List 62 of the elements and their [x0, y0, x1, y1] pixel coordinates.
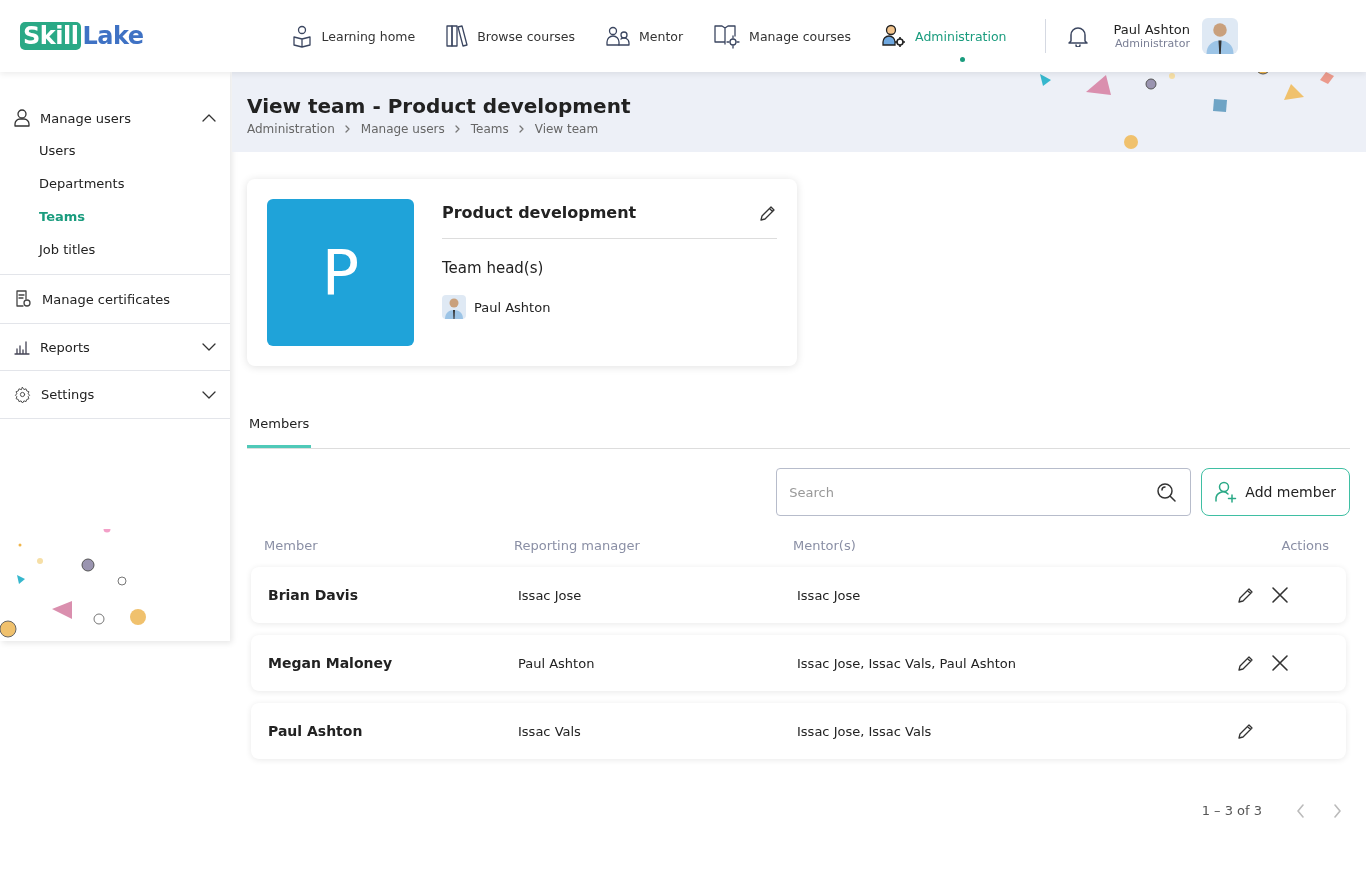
column-header: Actions	[1280, 538, 1330, 553]
admin-user-icon	[881, 24, 908, 48]
add-member-button[interactable]: Add member	[1201, 468, 1350, 516]
close-icon[interactable]	[1271, 654, 1289, 672]
team-avatar: P	[267, 199, 414, 346]
table-cell-text: Issac Jose	[797, 587, 862, 603]
user-icon	[14, 109, 30, 127]
table-cell-text: Issac Jose	[518, 587, 583, 603]
chevron-down-icon	[202, 343, 216, 351]
books-icon	[445, 24, 470, 48]
page-title: View team - Product development	[247, 94, 631, 118]
edit-icon[interactable]	[1237, 722, 1255, 740]
sidebar-item[interactable]: Job titles	[0, 233, 230, 266]
add-user-icon	[1215, 481, 1238, 503]
sidebar-section[interactable]: Reports	[0, 332, 230, 362]
section-label: Team head(s)	[442, 259, 545, 277]
bar-chart-icon	[14, 339, 30, 355]
user-role: Administrator	[1114, 37, 1190, 50]
search-field[interactable]: Search	[776, 468, 1192, 516]
sidebar-section[interactable]: Manage users	[0, 102, 230, 134]
search-icon	[1156, 482, 1177, 502]
person-avatar	[442, 295, 466, 319]
breadcrumb-link[interactable]: Manage users	[360, 122, 445, 136]
team-name: Product development	[442, 203, 637, 222]
nav-link[interactable]: Browse courses	[433, 24, 587, 48]
notification-bell-icon[interactable]	[1067, 25, 1088, 47]
member-name: Megan Maloney	[268, 655, 394, 671]
column-header: Member	[264, 538, 319, 553]
breadcrumb-link[interactable]: Administration	[247, 122, 335, 136]
nav-link[interactable]: Mentor	[593, 25, 696, 47]
column-header: Reporting manager	[514, 538, 641, 553]
sidebar-section[interactable]: Settings	[0, 379, 230, 410]
active-dot	[959, 57, 965, 62]
team-head-name: Paul Ashton	[474, 299, 551, 315]
nav-link[interactable]: Learning home	[277, 24, 428, 48]
edit-icon[interactable]	[1237, 586, 1255, 604]
member-name: Paul Ashton	[268, 723, 364, 739]
column-header: Mentor(s)	[793, 538, 857, 553]
nav-link[interactable]: Manage courses	[701, 23, 864, 49]
table-cell-text: Issac Jose, Issac Vals, Paul Ashton	[797, 655, 1017, 671]
settings-icon	[14, 386, 31, 403]
tab[interactable]: Members	[247, 406, 312, 448]
edit-icon[interactable]	[1237, 654, 1255, 672]
sidebar-section[interactable]: Manage certificates	[0, 283, 230, 315]
breadcrumb-link[interactable]: Teams	[470, 122, 509, 136]
certificate-icon	[14, 290, 32, 308]
sidebar-item[interactable]: Users	[0, 134, 230, 167]
table-cell-text: Paul Ashton	[518, 655, 596, 671]
pagination-range: 1 – 3 of 3	[1201, 803, 1262, 818]
chevron-down-icon	[202, 390, 216, 399]
nav-link[interactable]: Administration	[869, 24, 1019, 48]
user-avatar	[1201, 18, 1238, 54]
chevron-up-icon	[202, 114, 216, 122]
close-icon[interactable]	[1271, 586, 1289, 604]
book-gear-icon	[713, 23, 742, 49]
people-icon	[605, 25, 631, 47]
table-cell-text: Issac Vals	[518, 723, 582, 739]
sidebar-item[interactable]: Departments	[0, 167, 230, 200]
member-name: Brian Davis	[268, 587, 359, 603]
table-cell-text: Issac Jose, Issac Vals	[797, 723, 933, 739]
user-name: Paul Ashton	[1113, 22, 1190, 37]
breadcrumb-link[interactable]: View team	[534, 122, 599, 136]
